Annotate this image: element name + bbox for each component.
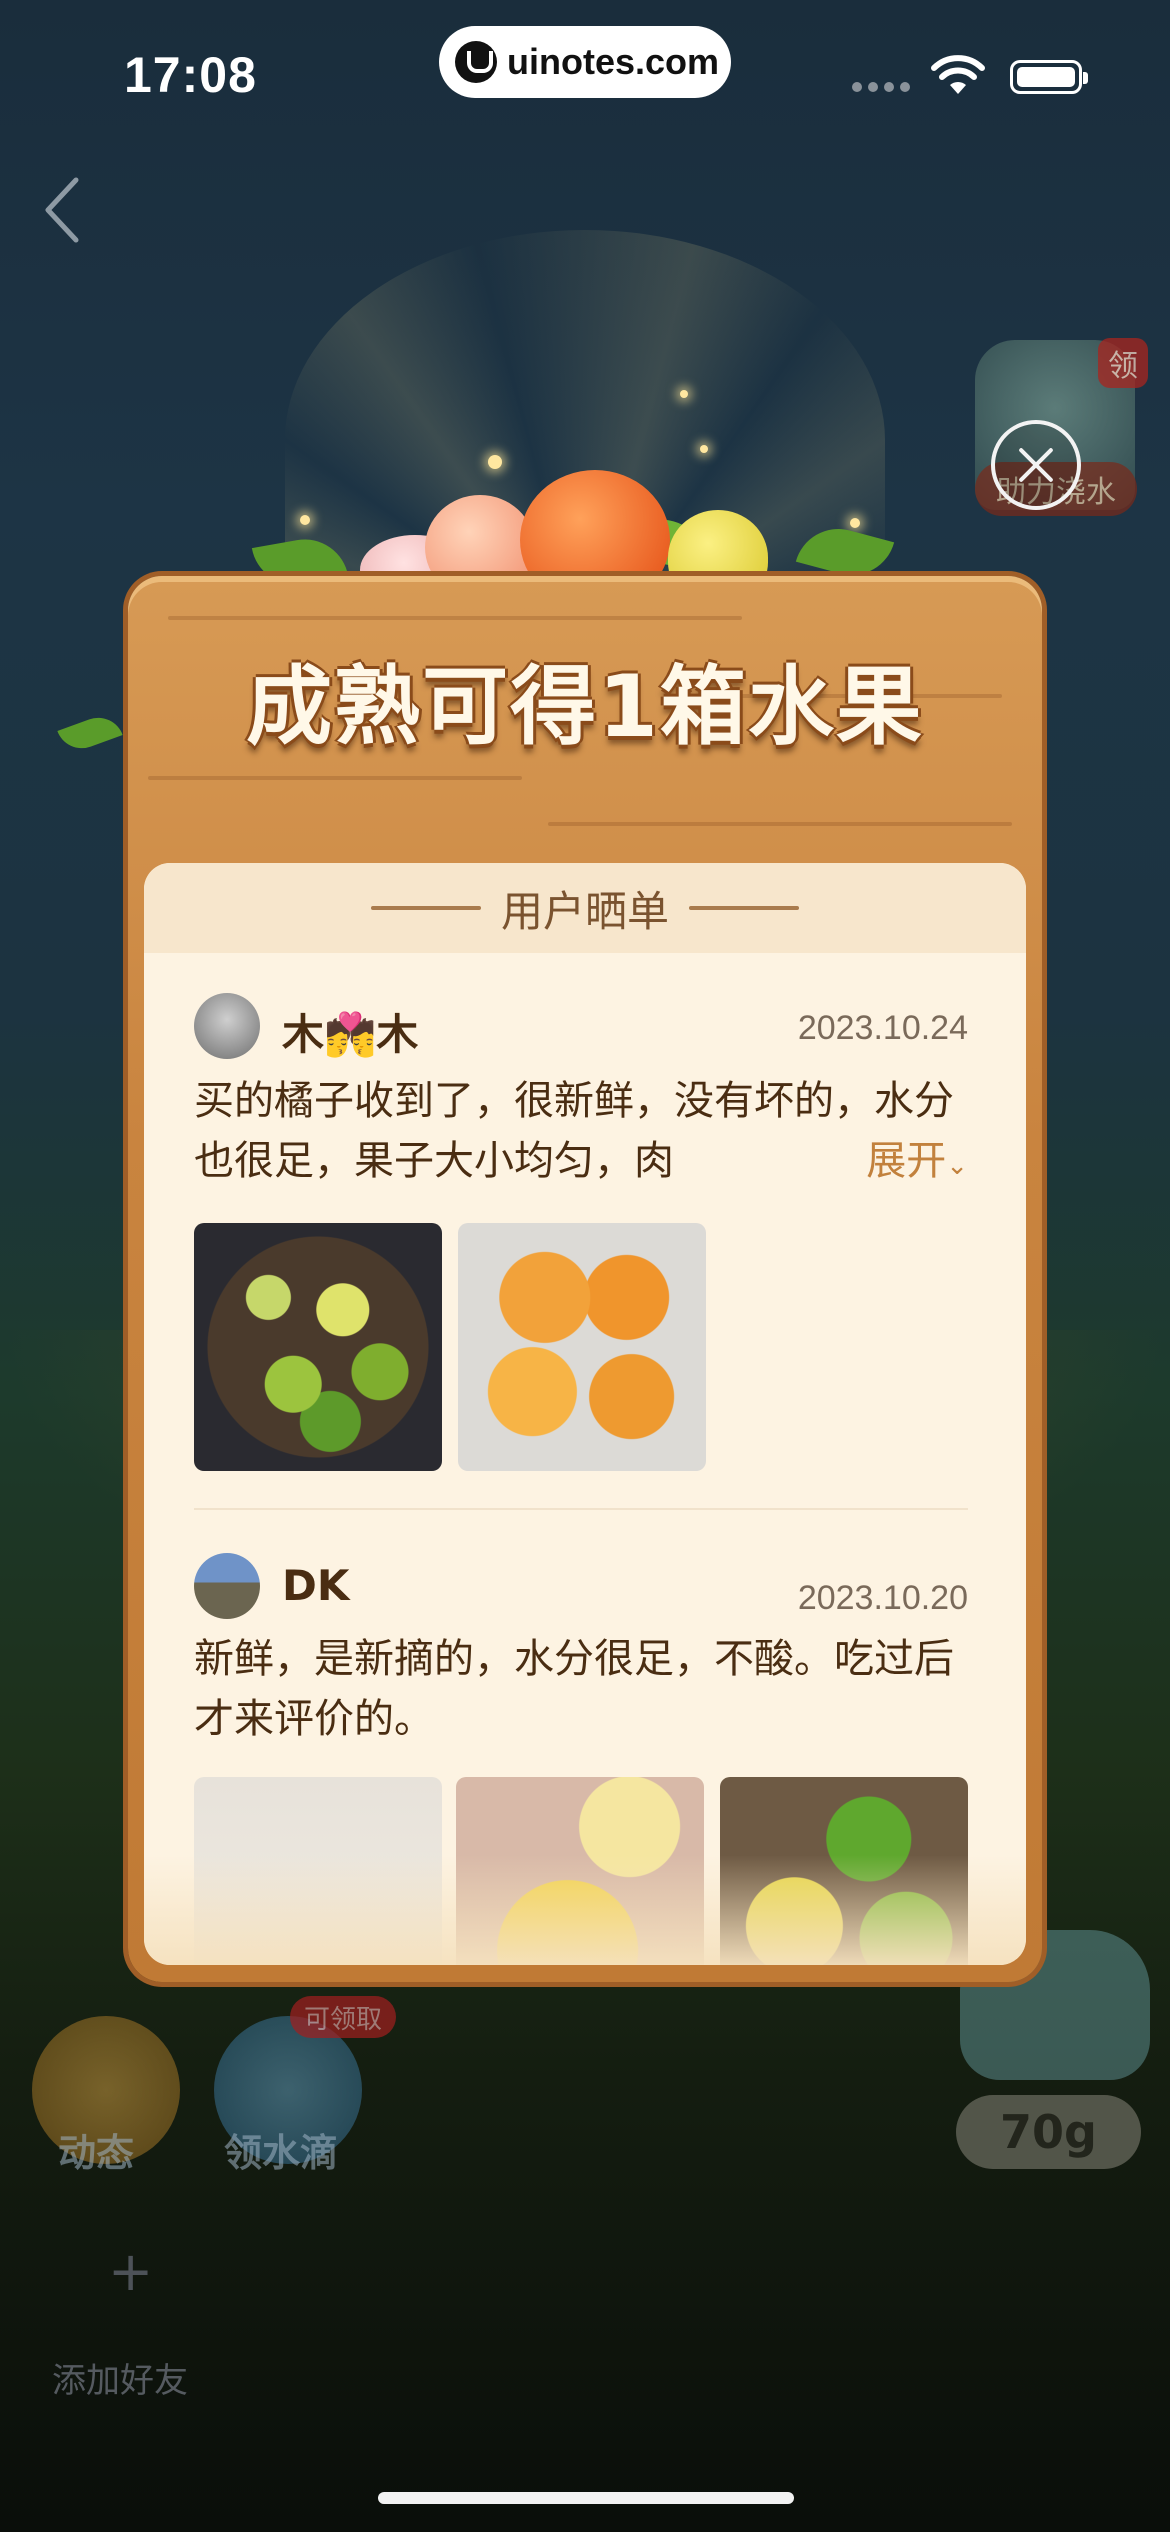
- divider: [689, 906, 799, 910]
- avatar[interactable]: [194, 1553, 260, 1619]
- review-item: 木💏木 2023.10.24 买的橘子收到了，很新鲜，没有坏的，水分也很足，果子…: [194, 993, 968, 1513]
- reviews-title: 用户晒单: [500, 886, 669, 936]
- review-divider: [194, 1508, 968, 1510]
- sparkle-icon: [488, 455, 502, 469]
- home-indicator[interactable]: [378, 2492, 794, 2504]
- watermark-pill: uinotes.com: [439, 26, 731, 98]
- sparkle-icon: [680, 390, 688, 398]
- expand-button[interactable]: 展开⌄: [826, 1131, 968, 1196]
- wood-grain: [148, 776, 522, 780]
- review-photo[interactable]: [458, 1223, 706, 1471]
- avatar[interactable]: [194, 993, 260, 1059]
- uinotes-logo-icon: [455, 41, 497, 83]
- claim-badge: 领: [1098, 338, 1148, 388]
- review-photo[interactable]: [194, 1223, 442, 1471]
- get-water-label: 领水滴: [224, 2131, 339, 2175]
- add-friend-icon[interactable]: +: [108, 2240, 153, 2303]
- sparkle-icon: [300, 515, 310, 525]
- review-text: 新鲜，是新摘的，水分很足，不酸。吃过后才来评价的。: [194, 1636, 954, 1742]
- water-amount: 70g: [956, 2095, 1141, 2169]
- cellular-signal-icon: [852, 82, 910, 92]
- status-time: 17:08: [124, 47, 257, 103]
- back-chevron-icon[interactable]: [38, 170, 98, 250]
- chevron-down-icon: ⌄: [946, 1151, 968, 1181]
- reviews-header: 用户晒单: [144, 863, 1026, 953]
- review-date: 2023.10.24: [797, 1009, 968, 1047]
- review-date: 2023.10.20: [797, 1579, 968, 1617]
- sparkle-icon: [850, 518, 860, 528]
- review-author: DK: [282, 1561, 350, 1610]
- close-button[interactable]: [991, 420, 1081, 510]
- wifi-icon: [931, 55, 985, 94]
- claimable-badge: 可领取: [290, 1996, 396, 2038]
- user-reviews-panel[interactable]: 用户晒单 木💏木 2023.10.24 买的橘子收到了，很新鲜，没有坏的，水分也…: [144, 863, 1026, 1965]
- battery-icon: [1010, 60, 1088, 94]
- watermark-text: uinotes.com: [507, 41, 720, 82]
- sparkle-icon: [700, 445, 708, 453]
- wood-grain: [548, 822, 1012, 826]
- fruit-reward-modal: 成熟可得1箱水果 用户晒单 木💏木 2023.10.24 买的橘子收到了，很新鲜…: [128, 576, 1042, 1982]
- modal-title: 成熟可得1箱水果: [246, 657, 924, 757]
- scroll-fade: [144, 1855, 1026, 1965]
- review-author: 木💏木: [282, 1010, 419, 1059]
- expand-label: 展开: [866, 1138, 947, 1184]
- feed-label: 动态: [58, 2131, 135, 2175]
- divider: [370, 906, 481, 910]
- wood-grain: [168, 616, 742, 620]
- add-friend-label[interactable]: 添加好友: [52, 2353, 188, 2402]
